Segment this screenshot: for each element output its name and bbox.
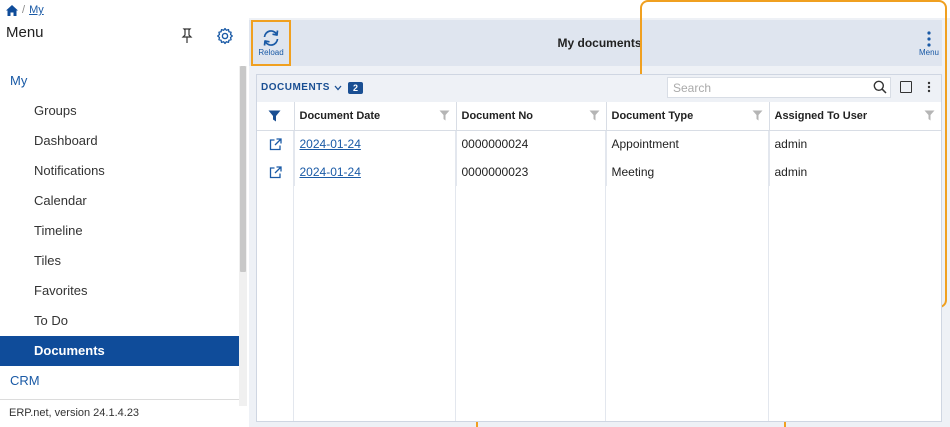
- count-badge: 2: [348, 82, 363, 94]
- sidebar-item-notifications[interactable]: Notifications: [0, 156, 239, 186]
- sidebar-item-calendar[interactable]: Calendar: [0, 186, 239, 216]
- documents-table: Document Date Document No Document Type …: [257, 102, 941, 186]
- select-checkbox-icon[interactable]: [900, 81, 912, 93]
- table-row[interactable]: 2024-01-24 0000000023 Meeting admin: [257, 158, 941, 186]
- breadcrumb-link-my[interactable]: My: [29, 4, 44, 16]
- documents-panel: DOCUMENTS 2 Document D: [256, 74, 942, 422]
- filter-toggle-header[interactable]: [257, 102, 295, 131]
- sidebar-item-timeline[interactable]: Timeline: [0, 216, 239, 246]
- column-header-label: Document Date: [299, 109, 381, 122]
- cell-document-date: 2024-01-24: [294, 158, 457, 186]
- menu-label: Menu: [918, 48, 939, 57]
- cell-assigned-user: admin: [774, 165, 808, 179]
- breadcrumb: / My: [6, 3, 44, 17]
- panel-title: DOCUMENTS: [261, 82, 330, 93]
- column-header-document-no[interactable]: Document No: [456, 102, 607, 131]
- column-filter-icon[interactable]: [589, 110, 600, 121]
- panel-title-dropdown[interactable]: DOCUMENTS: [261, 82, 342, 93]
- sidebar-item-groups[interactable]: Groups: [0, 96, 239, 126]
- cell-document-date: 2024-01-24: [294, 130, 457, 158]
- sidebar-nav: My Groups Dashboard Notifications Calend…: [0, 66, 239, 396]
- menu-title: Menu: [6, 24, 44, 41]
- table-header-row: Document Date Document No Document Type …: [257, 102, 941, 131]
- reload-button[interactable]: Reload: [251, 20, 291, 66]
- page-title: My documents: [557, 36, 642, 50]
- column-filter-icon[interactable]: [752, 110, 763, 121]
- more-options-icon[interactable]: [925, 80, 933, 94]
- sidebar: Menu My Groups Dashboard Notifications C…: [0, 18, 248, 427]
- menu-button[interactable]: Menu: [911, 26, 947, 62]
- cell-document-no: 0000000023: [456, 158, 607, 186]
- cell-document-type: Appointment: [606, 130, 770, 158]
- document-date-link[interactable]: 2024-01-24: [300, 137, 361, 151]
- sidebar-item-documents[interactable]: Documents: [0, 336, 239, 366]
- sidebar-item-to-do[interactable]: To Do: [0, 306, 239, 336]
- filter-icon[interactable]: [268, 110, 281, 122]
- column-filter-icon[interactable]: [439, 110, 450, 121]
- table-row[interactable]: 2024-01-24 0000000024 Appointment admin: [257, 130, 941, 158]
- sidebar-item-favorites[interactable]: Favorites: [0, 276, 239, 306]
- sidebar-item-dashboard[interactable]: Dashboard: [0, 126, 239, 156]
- cell-document-no: 0000000024: [456, 130, 607, 158]
- column-header-document-type[interactable]: Document Type: [606, 102, 770, 131]
- sidebar-group-my[interactable]: My: [0, 66, 239, 96]
- reload-label: Reload: [258, 48, 284, 57]
- search-icon[interactable]: [873, 80, 887, 94]
- column-header-label: Document Type: [611, 109, 694, 122]
- sidebar-scrollbar[interactable]: [239, 66, 247, 406]
- open-external-icon[interactable]: [269, 165, 282, 179]
- column-header-label: Assigned To User: [774, 109, 868, 122]
- column-header-document-date[interactable]: Document Date: [294, 102, 457, 131]
- cell-assigned-user: admin: [774, 137, 808, 152]
- column-header-label: Document No: [461, 109, 534, 122]
- column-header-assigned-to-user[interactable]: Assigned To User: [769, 102, 941, 131]
- chevron-down-icon: [334, 85, 342, 90]
- panel-header: DOCUMENTS 2: [257, 75, 941, 102]
- sidebar-group-crm[interactable]: CRM: [0, 366, 239, 396]
- breadcrumb-separator: /: [22, 4, 26, 16]
- sidebar-item-tiles[interactable]: Tiles: [0, 246, 239, 276]
- gear-icon[interactable]: [216, 27, 234, 45]
- open-external-icon[interactable]: [269, 138, 282, 151]
- version-label: ERP.net, version 24.1.4.23: [0, 399, 239, 419]
- column-filter-icon[interactable]: [924, 110, 935, 121]
- document-date-link[interactable]: 2024-01-24: [300, 165, 361, 179]
- toolbar: My documents Reload Menu: [249, 20, 942, 66]
- reload-icon: [263, 30, 279, 46]
- open-record-cell[interactable]: [257, 130, 295, 158]
- sidebar-scrollbar-thumb[interactable]: [240, 66, 246, 272]
- home-icon[interactable]: [6, 4, 18, 16]
- pin-icon[interactable]: [180, 28, 194, 44]
- search-input[interactable]: [667, 77, 891, 98]
- open-record-cell[interactable]: [257, 158, 295, 186]
- cell-document-type: Meeting: [606, 158, 770, 186]
- kebab-icon: [927, 31, 931, 47]
